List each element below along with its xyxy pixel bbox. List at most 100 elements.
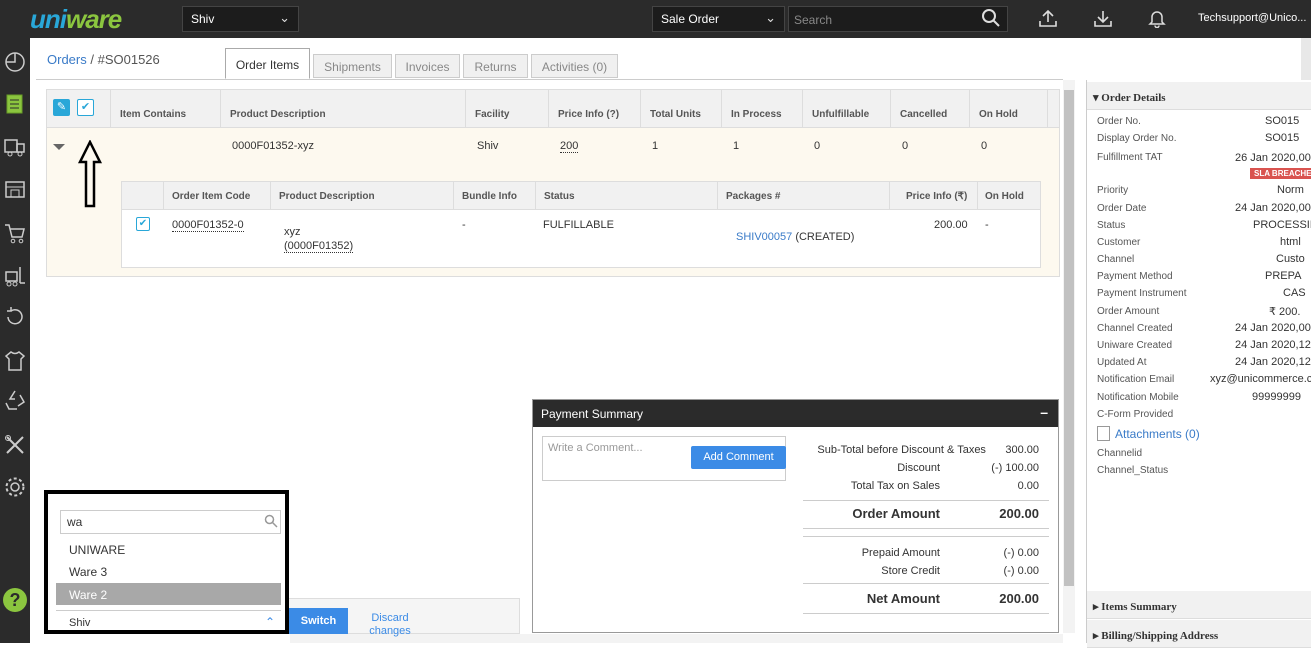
order-details-header[interactable]: ▾ Order Details bbox=[1087, 82, 1311, 110]
tab-returns[interactable]: Returns bbox=[463, 54, 528, 78]
header-cancelled: Cancelled bbox=[900, 109, 948, 120]
select-all-checkbox[interactable]: ✔ bbox=[77, 99, 94, 116]
returns-icon[interactable] bbox=[3, 305, 27, 331]
item-checkbox[interactable]: ✔ bbox=[136, 217, 150, 231]
breadcrumb-orders-link[interactable]: Orders bbox=[47, 52, 87, 67]
column-separator bbox=[969, 90, 970, 128]
chevron-up-icon: ⌃ bbox=[264, 615, 275, 629]
facility-select[interactable]: Shiv ⌄ bbox=[182, 6, 299, 32]
column-separator bbox=[802, 90, 803, 128]
sub-bundle-info: - bbox=[462, 219, 466, 231]
tab-invoices[interactable]: Invoices bbox=[395, 54, 460, 78]
search-placeholder: Search bbox=[794, 13, 833, 27]
tools-icon[interactable] bbox=[3, 433, 27, 459]
add-comment-button[interactable]: Add Comment bbox=[691, 446, 786, 469]
tab-shipments[interactable]: Shipments bbox=[313, 54, 392, 78]
warehouse-option[interactable]: UNIWARE bbox=[56, 538, 281, 560]
edit-icon[interactable]: ✎ bbox=[53, 99, 70, 116]
warehouse-option[interactable]: Ware 3 bbox=[56, 560, 281, 582]
gear-icon[interactable] bbox=[3, 475, 27, 501]
billing-shipping-title: Billing/Shipping Address bbox=[1101, 630, 1219, 642]
forklift-icon[interactable] bbox=[3, 264, 27, 290]
comment-placeholder: Write a Comment... bbox=[548, 442, 643, 454]
uniware-logo[interactable]: uniware bbox=[30, 4, 122, 35]
subtotal-value: 300.00 bbox=[1005, 444, 1039, 456]
fulfillment-tat-label: Fulfillment TAT bbox=[1097, 152, 1163, 163]
search-type-select[interactable]: Sale Order ⌄ bbox=[652, 6, 785, 32]
collapse-icon[interactable]: – bbox=[1040, 404, 1048, 420]
order-item-code-link[interactable]: 0000F01352-0 bbox=[172, 219, 244, 232]
column-separator bbox=[889, 182, 890, 210]
warehouse-current-select[interactable]: Shiv ⌃ bbox=[56, 610, 281, 634]
display-order-no-label: Display Order No. bbox=[1097, 133, 1177, 144]
divider bbox=[803, 500, 1049, 501]
bell-icon[interactable] bbox=[1147, 8, 1169, 30]
row-in-process: 1 bbox=[733, 140, 740, 152]
attachments-link[interactable]: Attachments (0) bbox=[1115, 427, 1200, 441]
main-scrollbar-thumb[interactable] bbox=[1064, 90, 1074, 586]
column-separator bbox=[548, 90, 549, 128]
header-total-units: Total Units bbox=[650, 109, 701, 120]
divider bbox=[803, 613, 1049, 614]
tab-order-items[interactable]: Order Items bbox=[225, 48, 310, 79]
display-order-no-value: SO015 bbox=[1265, 132, 1300, 144]
comment-textarea[interactable]: Write a Comment... Add Comment bbox=[542, 436, 786, 481]
sub-product-name: xyz bbox=[284, 226, 301, 238]
updated-at-label: Updated At bbox=[1097, 357, 1147, 368]
items-summary-header[interactable]: ▸ Items Summary bbox=[1087, 591, 1311, 619]
shipping-icon[interactable] bbox=[3, 135, 27, 161]
top-bar: uniware Shiv ⌄ Sale Order ⌄ Search Techs… bbox=[0, 0, 1311, 38]
row-price-info[interactable]: 200 bbox=[560, 140, 579, 153]
order-date-value: 24 Jan 2020,00: bbox=[1235, 202, 1311, 214]
download-icon[interactable] bbox=[1093, 8, 1115, 30]
sub-table-header: Order Item Code Product Description Bund… bbox=[122, 182, 1040, 210]
warehouse-option-selected[interactable]: Ware 2 bbox=[56, 583, 281, 605]
sub-product-sku[interactable]: (0000F01352) bbox=[284, 240, 354, 253]
recycle-icon[interactable] bbox=[3, 388, 27, 414]
collapse-row-icon[interactable] bbox=[53, 144, 65, 150]
search-icon bbox=[264, 514, 278, 531]
divider bbox=[803, 583, 1049, 584]
tax-label: Total Tax on Sales bbox=[850, 480, 940, 492]
search-type-value: Sale Order bbox=[661, 12, 720, 26]
breadcrumb-separator: / bbox=[90, 52, 94, 67]
search-icon[interactable] bbox=[981, 8, 1003, 30]
header-unfulfillable: Unfulfillable bbox=[812, 109, 870, 120]
tshirt-icon[interactable] bbox=[3, 349, 27, 375]
uniware-created-label: Uniware Created bbox=[1097, 340, 1173, 351]
billing-shipping-header[interactable]: ▸ Billing/Shipping Address bbox=[1087, 620, 1311, 648]
divider bbox=[803, 528, 1049, 529]
user-menu[interactable]: Techsupport@Unico... bbox=[1198, 12, 1306, 24]
upload-icon[interactable] bbox=[1038, 8, 1060, 30]
header-product-description: Product Description bbox=[230, 109, 326, 120]
file-icon bbox=[1097, 426, 1110, 441]
package-link[interactable]: SHIV00057 bbox=[736, 231, 792, 243]
column-separator bbox=[220, 90, 221, 128]
order-amount-value: ₹ 200. bbox=[1269, 306, 1301, 318]
channelid-label: Channelid bbox=[1097, 448, 1143, 459]
tab-activities[interactable]: Activities (0) bbox=[531, 54, 618, 78]
left-sidebar: ? bbox=[0, 38, 30, 643]
column-separator bbox=[890, 90, 891, 128]
discard-changes-link[interactable]: Discard changes bbox=[360, 612, 420, 638]
page-scrollbar[interactable] bbox=[1301, 38, 1311, 80]
header-status: Status bbox=[544, 191, 575, 202]
search-input[interactable]: Search bbox=[788, 6, 1008, 32]
payment-instrument-value: CAS bbox=[1283, 287, 1306, 299]
items-summary-title: Items Summary bbox=[1101, 601, 1177, 613]
column-separator bbox=[977, 182, 978, 210]
row-facility: Shiv bbox=[477, 140, 499, 152]
column-separator bbox=[535, 182, 536, 210]
warehouse-search-input[interactable]: wa bbox=[60, 510, 281, 534]
warehouse-icon[interactable] bbox=[3, 177, 27, 203]
cart-icon[interactable] bbox=[3, 221, 27, 247]
switch-button[interactable]: Switch bbox=[289, 608, 348, 634]
discount-label: Discount bbox=[897, 462, 940, 474]
column-separator bbox=[270, 182, 271, 210]
sla-breached-badge: SLA BREACHE bbox=[1250, 168, 1311, 179]
dashboard-icon[interactable] bbox=[3, 50, 27, 76]
column-separator bbox=[163, 182, 164, 210]
orders-icon[interactable] bbox=[3, 92, 27, 118]
payment-summary-panel: Payment Summary – Write a Comment... Add… bbox=[532, 399, 1059, 633]
help-icon[interactable]: ? bbox=[3, 588, 27, 612]
